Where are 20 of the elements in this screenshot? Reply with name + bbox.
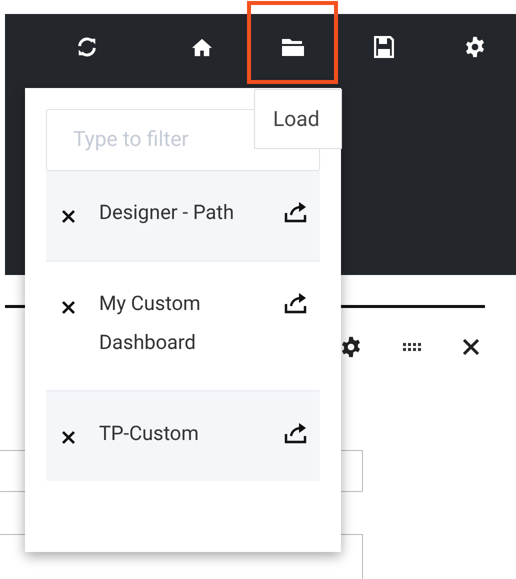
share-icon[interactable] bbox=[284, 292, 308, 314]
share-icon[interactable] bbox=[284, 201, 308, 223]
dashboard-name: Designer - Path bbox=[99, 199, 235, 226]
settings-icon bbox=[464, 36, 486, 58]
dashboard-item[interactable]: Designer - Path bbox=[46, 171, 320, 262]
tooltip: Load bbox=[254, 89, 342, 149]
save-icon bbox=[374, 36, 394, 58]
close-icon[interactable] bbox=[462, 338, 480, 356]
home-icon bbox=[191, 37, 214, 57]
delete-icon[interactable] bbox=[61, 300, 76, 315]
delete-icon[interactable] bbox=[61, 430, 76, 445]
refresh-icon bbox=[76, 36, 98, 58]
delete-icon[interactable] bbox=[61, 209, 76, 224]
folder-icon bbox=[280, 37, 304, 57]
dashboard-name: TP-Custom bbox=[99, 420, 200, 447]
dashboard-item[interactable]: TP-Custom bbox=[46, 392, 320, 481]
drag-handle-icon[interactable] bbox=[402, 342, 422, 352]
dashboard-name: My Custom Dashboard bbox=[99, 290, 202, 356]
share-icon[interactable] bbox=[284, 422, 308, 444]
settings-icon[interactable] bbox=[340, 336, 362, 358]
